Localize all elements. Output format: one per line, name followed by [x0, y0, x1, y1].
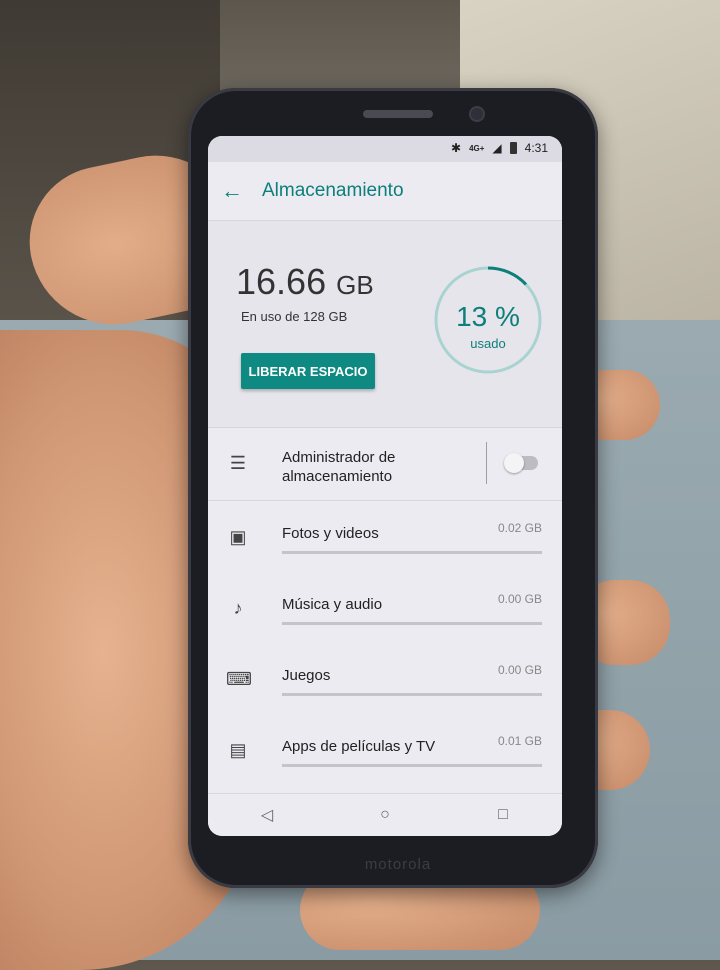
storage-summary: 16.66 GB En uso de 128 GB LIBERAR ESPACI…: [208, 221, 562, 428]
bluetooth-icon: ✱: [451, 141, 462, 155]
category-size: 0.00 GB: [497, 592, 542, 606]
nav-recents-button[interactable]: □: [483, 800, 523, 830]
usage-percent: 13 %: [456, 301, 520, 332]
category-bar: [282, 693, 542, 696]
battery-icon: [509, 142, 517, 154]
page-title: Almacenamiento: [262, 180, 404, 201]
used-of-total: En uso de 128 GB: [241, 309, 348, 324]
category-label: Música y audio: [282, 596, 383, 613]
category-bar: [282, 551, 542, 554]
category-size: 0.02 GB: [497, 521, 542, 535]
category-bar: [282, 764, 542, 767]
phone-screen: ✱ 4G+ ◢ 4:31 ← Almacenamiento 16.66 GB E…: [208, 136, 562, 836]
used-storage: 16.66 GB: [236, 261, 374, 303]
storage-list-icon: ☰: [229, 453, 247, 473]
image-icon: ▣: [229, 527, 247, 547]
film-icon: ▤: [229, 740, 247, 760]
music-icon: ♪: [233, 598, 243, 618]
phone-brand-logo: motorola: [364, 856, 432, 873]
category-size: 0.00 GB: [497, 663, 542, 677]
circle-home-icon: ○: [380, 806, 390, 823]
storage-manager-label: Administrador de almacenamiento: [282, 449, 396, 485]
divider: [486, 442, 487, 484]
storage-manager-row[interactable]: ☰ Administrador de almacenamiento: [208, 428, 562, 501]
storage-manager-toggle[interactable]: [504, 453, 538, 473]
category-label: Fotos y videos: [282, 525, 379, 542]
list-item[interactable]: ▣ Fotos y videos 0.02 GB: [208, 501, 562, 572]
network-type: 4G+: [469, 143, 485, 153]
category-bar: [282, 622, 542, 625]
list-item[interactable]: ⌨ Juegos 0.00 GB: [208, 643, 562, 714]
nav-back-button[interactable]: ◁: [247, 800, 287, 830]
free-space-button[interactable]: LIBERAR ESPACIO: [241, 353, 375, 389]
category-label: Juegos: [282, 667, 331, 684]
signal-icon: ◢: [492, 141, 502, 155]
status-bar: ✱ 4G+ ◢ 4:31: [208, 136, 562, 162]
arrow-left-icon: ←: [221, 178, 243, 203]
phone-body: ✱ 4G+ ◢ 4:31 ← Almacenamiento 16.66 GB E…: [188, 88, 598, 888]
list-item[interactable]: ▤ Apps de películas y TV 0.01 GB: [208, 714, 562, 785]
nav-home-button[interactable]: ○: [365, 800, 405, 830]
front-camera: [471, 108, 483, 120]
category-size: 0.01 GB: [497, 734, 542, 748]
category-list: ▣ Fotos y videos 0.02 GB ♪ Música y audi…: [208, 501, 562, 785]
used-value: 16.66: [236, 261, 327, 302]
gamepad-icon: ⌨: [226, 669, 252, 689]
app-bar: ← Almacenamiento: [208, 162, 562, 221]
status-time: 4:31: [524, 141, 548, 155]
category-label: Apps de películas y TV: [282, 738, 436, 755]
triangle-back-icon: ◁: [260, 807, 274, 824]
usage-label: usado: [470, 336, 506, 351]
list-item[interactable]: ♪ Música y audio 0.00 GB: [208, 572, 562, 643]
navigation-bar: ◁ ○ □: [208, 793, 562, 836]
back-button[interactable]: ←: [208, 162, 256, 220]
used-unit: GB: [336, 270, 374, 300]
square-recents-icon: □: [498, 806, 508, 823]
earpiece-speaker: [363, 110, 433, 118]
toggle-knob: [504, 453, 524, 473]
